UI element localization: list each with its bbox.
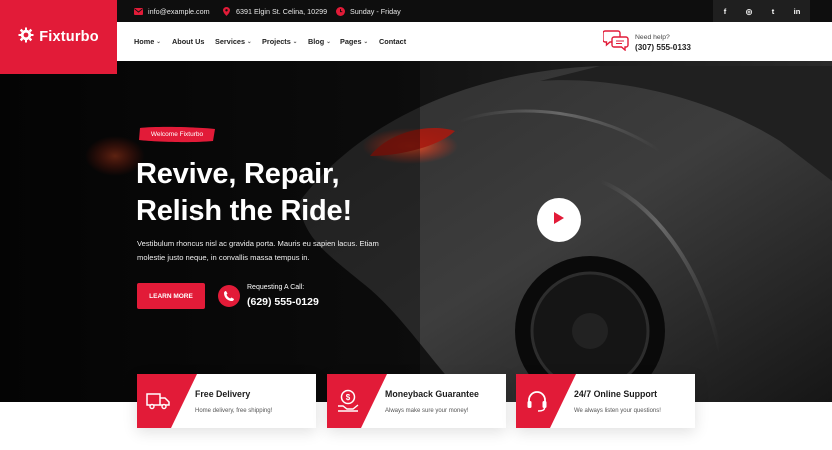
nav-item-blog[interactable]: Blog ⌄ (308, 22, 331, 61)
hours-info: Sunday - Friday (336, 0, 401, 22)
nav-item-about[interactable]: About Us (172, 22, 204, 61)
nav-item-contact[interactable]: Contact (379, 22, 406, 61)
truck-icon (145, 388, 171, 414)
help-contact[interactable]: Need help? (307) 555-0133 (602, 29, 691, 56)
hero-title-line1: Revive, Repair, (136, 158, 340, 190)
call-phone[interactable]: (629) 555-0129 (247, 296, 319, 308)
nav-item-home[interactable]: Home ⌄ (134, 22, 161, 61)
phone-icon[interactable] (218, 285, 240, 307)
main-navigation: Home ⌄ About Us Services ⌄ Projects ⌄ Blog ⌄… (117, 22, 832, 61)
chevron-down-icon: ⌄ (247, 38, 252, 45)
chat-bubbles-icon (602, 29, 629, 56)
nav-label-home: Home (134, 37, 155, 46)
play-video-button[interactable] (537, 198, 581, 242)
hero-title-line2: Relish the Ride! (136, 195, 352, 227)
learn-more-button[interactable]: LEARN MORE (137, 283, 205, 309)
feature-title: Moneyback Guarantee (385, 389, 479, 399)
nav-item-pages[interactable]: Pages ⌄ (340, 22, 368, 61)
feature-card-moneyback[interactable]: $ Moneyback Guarantee Always make sure y… (327, 374, 506, 428)
top-info-bar: info@example.com 6391 Elgin St. Celina, … (117, 0, 832, 22)
instagram-icon[interactable]: ◎ (737, 0, 761, 22)
clock-icon (336, 6, 345, 16)
welcome-badge-text: Welcome Fixturbo (150, 131, 204, 138)
twitter-icon[interactable]: t (761, 0, 785, 22)
headset-icon (524, 388, 550, 414)
help-label: Need help? (635, 33, 670, 41)
site-logo[interactable]: Fixturbo (0, 0, 117, 74)
feature-subtitle: Home delivery, free shipping! (195, 408, 273, 414)
linkedin-icon[interactable]: in (785, 0, 809, 22)
hero-car-image (0, 61, 832, 402)
email-text: info@example.com (148, 6, 210, 16)
hours-text: Sunday - Friday (350, 6, 401, 16)
feature-card-delivery[interactable]: Free Delivery Home delivery, free shippi… (137, 374, 316, 428)
address-info: 6391 Elgin St. Celina, 10299 (222, 0, 327, 22)
welcome-badge: Welcome Fixturbo (137, 126, 217, 143)
hero-description: Vestibulum rhoncus nisl ac gravida porta… (137, 239, 379, 262)
feature-title: Free Delivery (195, 389, 251, 399)
nav-item-projects[interactable]: Projects ⌄ (262, 22, 297, 61)
hero-section: Welcome Fixturbo Revive, Repair, Relish … (0, 61, 832, 402)
email-info[interactable]: info@example.com (134, 0, 210, 22)
nav-item-services[interactable]: Services ⌄ (215, 22, 252, 61)
play-icon (553, 211, 565, 230)
chevron-down-icon: ⌄ (156, 38, 161, 45)
nav-label-contact: Contact (379, 37, 407, 46)
address-text: 6391 Elgin St. Celina, 10299 (236, 6, 328, 16)
brand-name: Fixturbo (39, 29, 99, 45)
nav-label-pages: Pages (340, 37, 362, 46)
chevron-down-icon: ⌄ (326, 38, 331, 45)
nav-label-blog: Blog (308, 37, 325, 46)
envelope-icon (134, 7, 143, 16)
feature-card-support[interactable]: 24/7 Online Support We always listen you… (516, 374, 695, 428)
facebook-icon[interactable]: f (713, 0, 737, 22)
gear-icon (18, 27, 34, 48)
nav-label-projects: Projects (262, 37, 291, 46)
chevron-down-icon: ⌄ (363, 38, 369, 45)
social-links: f ◎ t in (713, 0, 810, 22)
nav-label-about: About Us (172, 37, 205, 46)
feature-subtitle: We always listen your questions! (574, 408, 661, 414)
nav-label-services: Services (215, 37, 246, 46)
feature-subtitle: Always make sure your money! (385, 408, 469, 414)
money-hand-icon: $ (335, 388, 361, 414)
svg-text:$: $ (346, 393, 351, 402)
feature-title: 24/7 Online Support (574, 389, 658, 399)
map-pin-icon (222, 6, 231, 16)
help-phone[interactable]: (307) 555-0133 (635, 43, 691, 52)
call-label: Requesting A Call: (247, 284, 305, 291)
chevron-down-icon: ⌄ (292, 38, 298, 45)
